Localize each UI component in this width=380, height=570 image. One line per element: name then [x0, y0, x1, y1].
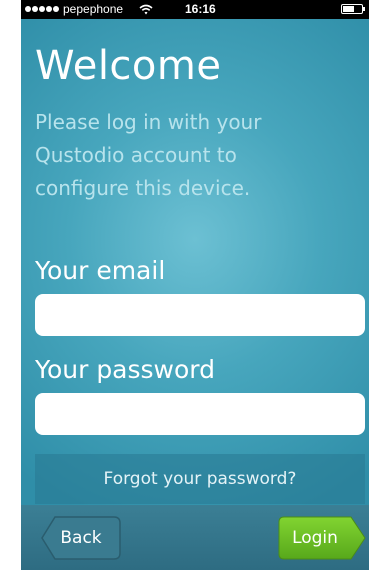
login-button[interactable]: Login — [278, 516, 366, 560]
login-button-label: Login — [292, 528, 338, 548]
battery-icon — [341, 4, 365, 14]
signal-strength-icon — [25, 6, 59, 12]
back-button[interactable]: Back — [41, 516, 121, 560]
status-bar: pepephone 16:16 — [21, 0, 369, 19]
email-label: Your email — [35, 256, 166, 285]
login-screen: pepephone 16:16 Welcome Please log in wi… — [21, 0, 369, 570]
page-title: Welcome — [35, 43, 222, 89]
wifi-icon — [139, 4, 153, 15]
email-input[interactable] — [35, 294, 365, 336]
password-label: Your password — [35, 355, 216, 384]
forgot-password-button[interactable]: Forgot your password? — [35, 454, 365, 504]
login-instructions: Please log in with your Qustodio account… — [35, 110, 262, 200]
password-input[interactable] — [35, 393, 365, 435]
bottom-toolbar: Back Login — [21, 505, 369, 570]
carrier-name: pepephone — [63, 2, 124, 16]
back-button-label: Back — [60, 528, 102, 548]
status-time: 16:16 — [185, 2, 216, 16]
